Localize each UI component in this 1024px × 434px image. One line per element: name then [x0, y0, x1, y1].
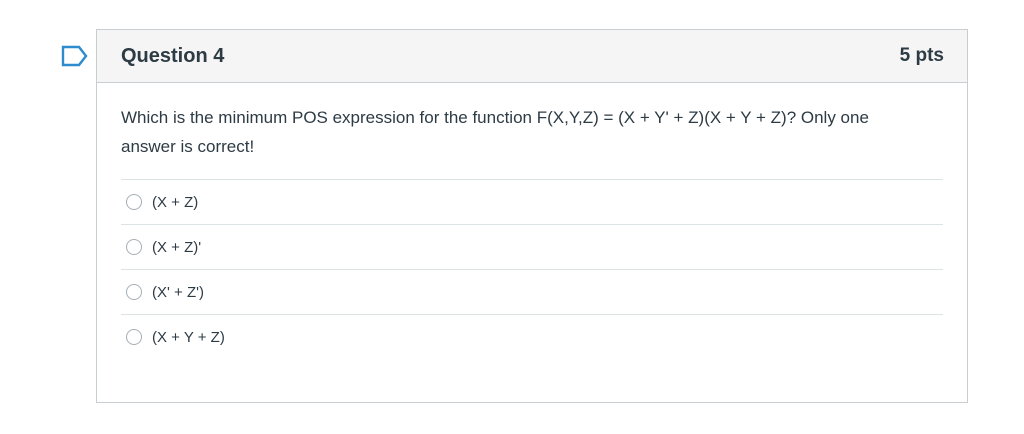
- radio-button[interactable]: [126, 239, 142, 255]
- answer-label[interactable]: (X + Z): [152, 194, 198, 211]
- question-text: Which is the minimum POS expression for …: [121, 108, 869, 156]
- answer-label[interactable]: (X + Z)': [152, 239, 201, 256]
- answer-list: (X + Z) (X + Z)' (X' + Z') (X + Y + Z): [121, 179, 943, 359]
- bookmark-icon[interactable]: [61, 45, 89, 67]
- answer-option[interactable]: (X + Y + Z): [121, 315, 943, 359]
- radio-button[interactable]: [126, 329, 142, 345]
- radio-button[interactable]: [126, 194, 142, 210]
- question-points: 5 pts: [899, 45, 944, 66]
- answer-option[interactable]: (X' + Z'): [121, 270, 943, 315]
- answer-option[interactable]: (X + Z): [121, 180, 943, 225]
- question-card: Question 4 5 pts Which is the minimum PO…: [96, 29, 968, 403]
- question-title: Question 4: [121, 44, 225, 67]
- answer-label[interactable]: (X + Y + Z): [152, 329, 225, 346]
- radio-button[interactable]: [126, 284, 142, 300]
- answer-option[interactable]: (X + Z)': [121, 225, 943, 270]
- question-body: Which is the minimum POS expression for …: [97, 83, 967, 359]
- question-header: Question 4 5 pts: [97, 30, 967, 83]
- answer-label[interactable]: (X' + Z'): [152, 284, 204, 301]
